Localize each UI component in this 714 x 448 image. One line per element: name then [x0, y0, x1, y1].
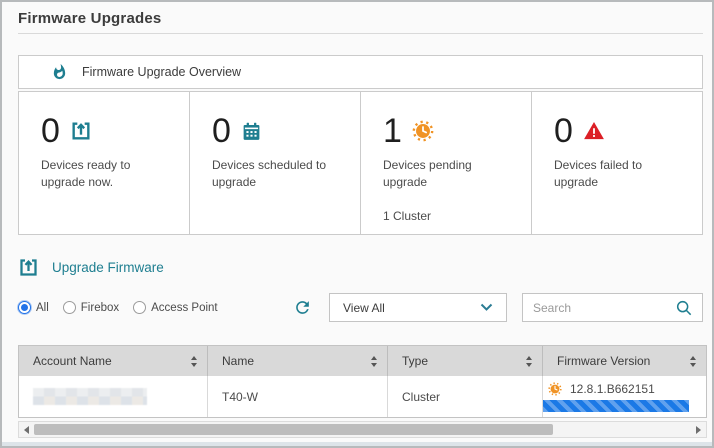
flame-icon: [51, 62, 68, 82]
radio-all-label: All: [36, 302, 49, 314]
account-name-redacted: [33, 388, 147, 405]
stat-failed-to-upgrade: 0 Devices failed to upgrade: [532, 92, 702, 234]
search-input[interactable]: [533, 301, 670, 315]
view-all-dropdown[interactable]: View All: [329, 293, 507, 322]
radio-firebox-control[interactable]: [63, 301, 76, 314]
upgrade-firmware-button[interactable]: Upgrade Firmware: [18, 257, 703, 278]
device-type-radio-group: All Firebox Access Point: [18, 301, 218, 314]
stat-ready-to-upgrade: 0 Devices ready to upgrade now.: [19, 92, 190, 234]
table-row[interactable]: T40-W Cluster 12.8.1.B662151: [19, 376, 706, 417]
controls-row: All Firebox Access Point View All: [18, 293, 703, 322]
sort-icon[interactable]: [526, 356, 532, 367]
firmware-version-text: 12.8.1.B662151: [570, 382, 655, 396]
upload-icon: [18, 257, 39, 278]
search-icon[interactable]: [676, 300, 692, 316]
stat-label: Devices failed to upgrade: [554, 157, 688, 192]
horizontal-scrollbar[interactable]: [18, 421, 707, 438]
title-divider: [18, 33, 703, 34]
upgrade-firmware-label: Upgrade Firmware: [52, 260, 164, 275]
warning-icon: [583, 120, 605, 142]
cell-firmware-version: 12.8.1.B662151: [543, 376, 706, 417]
upload-icon: [70, 120, 92, 142]
search-box: [522, 293, 703, 322]
scrollbar-thumb[interactable]: [34, 424, 553, 435]
stat-sub-label: 1 Cluster: [383, 209, 517, 223]
pending-clock-icon: [412, 120, 434, 142]
overview-stats-card: 0 Devices ready to upgrade now. 0: [18, 91, 703, 235]
stat-value: 0: [41, 114, 60, 148]
sort-icon[interactable]: [371, 356, 377, 367]
column-header-type[interactable]: Type: [388, 346, 543, 376]
refresh-button[interactable]: [293, 298, 312, 317]
radio-firebox[interactable]: Firebox: [63, 301, 119, 314]
upgrade-progress-bar: [543, 400, 689, 412]
stat-pending-upgrade: 1 Devices pending upgrade 1 Cluster: [361, 92, 532, 234]
column-header-account-name[interactable]: Account Name: [19, 346, 208, 376]
scrollbar-track[interactable]: [34, 424, 691, 435]
radio-access-point-label: Access Point: [151, 302, 217, 314]
stat-label: Devices ready to upgrade now.: [41, 157, 175, 192]
radio-all-control[interactable]: [18, 301, 31, 314]
radio-access-point-control[interactable]: [133, 301, 146, 314]
firmware-upgrades-page: Firmware Upgrades Firmware Upgrade Overv…: [0, 0, 714, 448]
overview-header-label: Firmware Upgrade Overview: [82, 65, 241, 79]
calendar-icon: [241, 121, 262, 142]
page-title: Firmware Upgrades: [18, 10, 703, 27]
stat-scheduled-to-upgrade: 0 Devices s: [190, 92, 361, 234]
scroll-right-arrow[interactable]: [696, 426, 701, 434]
sort-icon[interactable]: [690, 356, 696, 367]
radio-access-point[interactable]: Access Point: [133, 301, 217, 314]
sort-icon[interactable]: [191, 356, 197, 367]
stat-label: Devices scheduled to upgrade: [212, 157, 346, 192]
radio-firebox-label: Firebox: [81, 302, 119, 314]
column-header-name[interactable]: Name: [208, 346, 388, 376]
table-header-row: Account Name Name Type Firmware Version: [19, 346, 706, 376]
window-bottom-edge: [2, 442, 712, 446]
cell-type: Cluster: [388, 376, 543, 417]
stat-value: 1: [383, 114, 402, 148]
view-all-dropdown-value: View All: [343, 301, 385, 315]
stat-value: 0: [212, 114, 231, 148]
pending-clock-icon: [548, 382, 562, 396]
radio-all[interactable]: All: [18, 301, 49, 314]
overview-header-card: Firmware Upgrade Overview: [18, 55, 703, 89]
stat-label: Devices pending upgrade: [383, 157, 517, 192]
stat-value: 0: [554, 114, 573, 148]
chevron-down-icon: [480, 303, 493, 312]
cell-account-name: [19, 376, 208, 417]
cell-name: T40-W: [208, 376, 388, 417]
devices-table: Account Name Name Type Firmware Version: [18, 345, 707, 418]
column-header-firmware-version[interactable]: Firmware Version: [543, 346, 706, 376]
scroll-left-arrow[interactable]: [24, 426, 29, 434]
